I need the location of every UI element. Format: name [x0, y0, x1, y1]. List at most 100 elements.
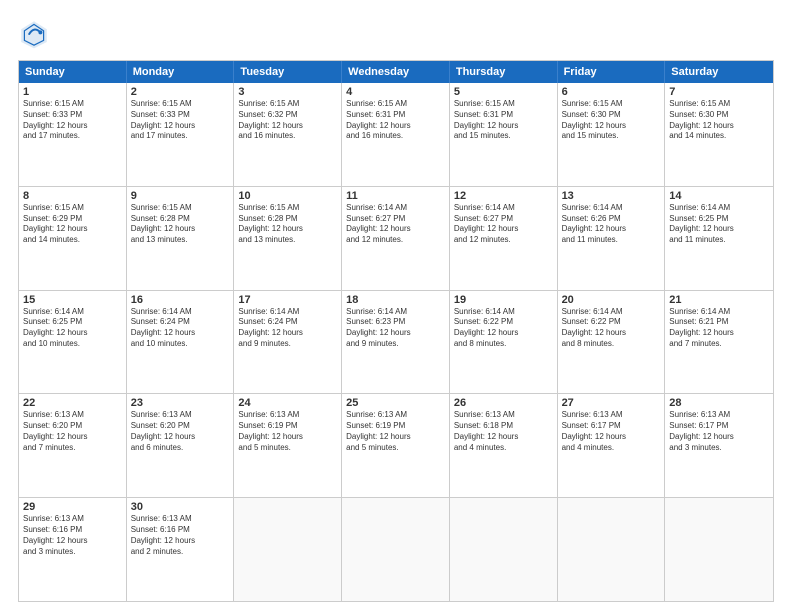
day-number: 11	[346, 190, 445, 202]
day-number: 5	[454, 86, 553, 98]
day-info: Sunrise: 6:15 AMSunset: 6:29 PMDaylight:…	[23, 203, 122, 246]
day-info: Sunrise: 6:14 AMSunset: 6:24 PMDaylight:…	[238, 307, 337, 350]
day-number: 13	[562, 190, 661, 202]
weekday-header: Tuesday	[234, 61, 342, 83]
day-number: 1	[23, 86, 122, 98]
day-number: 18	[346, 294, 445, 306]
day-info: Sunrise: 6:13 AMSunset: 6:19 PMDaylight:…	[346, 410, 445, 453]
calendar-cell: 27Sunrise: 6:13 AMSunset: 6:17 PMDayligh…	[558, 394, 666, 497]
calendar-cell: 30Sunrise: 6:13 AMSunset: 6:16 PMDayligh…	[127, 498, 235, 601]
weekday-header: Saturday	[665, 61, 773, 83]
page: SundayMondayTuesdayWednesdayThursdayFrid…	[0, 0, 792, 612]
calendar-cell	[234, 498, 342, 601]
day-info: Sunrise: 6:15 AMSunset: 6:31 PMDaylight:…	[454, 99, 553, 142]
calendar-cell: 2Sunrise: 6:15 AMSunset: 6:33 PMDaylight…	[127, 83, 235, 186]
weekday-header: Friday	[558, 61, 666, 83]
day-number: 9	[131, 190, 230, 202]
calendar-cell: 12Sunrise: 6:14 AMSunset: 6:27 PMDayligh…	[450, 187, 558, 290]
day-info: Sunrise: 6:14 AMSunset: 6:22 PMDaylight:…	[562, 307, 661, 350]
day-number: 17	[238, 294, 337, 306]
day-info: Sunrise: 6:13 AMSunset: 6:18 PMDaylight:…	[454, 410, 553, 453]
day-info: Sunrise: 6:13 AMSunset: 6:16 PMDaylight:…	[131, 514, 230, 557]
day-info: Sunrise: 6:14 AMSunset: 6:23 PMDaylight:…	[346, 307, 445, 350]
weekday-header: Sunday	[19, 61, 127, 83]
day-info: Sunrise: 6:15 AMSunset: 6:33 PMDaylight:…	[131, 99, 230, 142]
day-number: 29	[23, 501, 122, 513]
day-info: Sunrise: 6:14 AMSunset: 6:25 PMDaylight:…	[669, 203, 769, 246]
calendar-cell: 26Sunrise: 6:13 AMSunset: 6:18 PMDayligh…	[450, 394, 558, 497]
calendar-row: 22Sunrise: 6:13 AMSunset: 6:20 PMDayligh…	[19, 393, 773, 497]
calendar-cell: 8Sunrise: 6:15 AMSunset: 6:29 PMDaylight…	[19, 187, 127, 290]
calendar-cell: 20Sunrise: 6:14 AMSunset: 6:22 PMDayligh…	[558, 291, 666, 394]
day-number: 19	[454, 294, 553, 306]
weekday-header: Monday	[127, 61, 235, 83]
day-number: 7	[669, 86, 769, 98]
calendar-row: 8Sunrise: 6:15 AMSunset: 6:29 PMDaylight…	[19, 186, 773, 290]
day-info: Sunrise: 6:13 AMSunset: 6:20 PMDaylight:…	[131, 410, 230, 453]
calendar-cell: 1Sunrise: 6:15 AMSunset: 6:33 PMDaylight…	[19, 83, 127, 186]
calendar-cell: 23Sunrise: 6:13 AMSunset: 6:20 PMDayligh…	[127, 394, 235, 497]
day-info: Sunrise: 6:14 AMSunset: 6:22 PMDaylight:…	[454, 307, 553, 350]
day-number: 24	[238, 397, 337, 409]
weekday-header: Thursday	[450, 61, 558, 83]
day-number: 4	[346, 86, 445, 98]
day-number: 23	[131, 397, 230, 409]
day-info: Sunrise: 6:15 AMSunset: 6:33 PMDaylight:…	[23, 99, 122, 142]
day-number: 16	[131, 294, 230, 306]
calendar-cell: 21Sunrise: 6:14 AMSunset: 6:21 PMDayligh…	[665, 291, 773, 394]
day-info: Sunrise: 6:14 AMSunset: 6:26 PMDaylight:…	[562, 203, 661, 246]
day-number: 26	[454, 397, 553, 409]
calendar-header: SundayMondayTuesdayWednesdayThursdayFrid…	[19, 61, 773, 83]
day-info: Sunrise: 6:15 AMSunset: 6:31 PMDaylight:…	[346, 99, 445, 142]
calendar-cell: 7Sunrise: 6:15 AMSunset: 6:30 PMDaylight…	[665, 83, 773, 186]
calendar-body: 1Sunrise: 6:15 AMSunset: 6:33 PMDaylight…	[19, 83, 773, 601]
day-number: 28	[669, 397, 769, 409]
day-number: 8	[23, 190, 122, 202]
logo-icon	[18, 18, 50, 50]
day-info: Sunrise: 6:15 AMSunset: 6:28 PMDaylight:…	[238, 203, 337, 246]
calendar-cell: 16Sunrise: 6:14 AMSunset: 6:24 PMDayligh…	[127, 291, 235, 394]
calendar-cell: 25Sunrise: 6:13 AMSunset: 6:19 PMDayligh…	[342, 394, 450, 497]
day-info: Sunrise: 6:13 AMSunset: 6:20 PMDaylight:…	[23, 410, 122, 453]
calendar-cell: 17Sunrise: 6:14 AMSunset: 6:24 PMDayligh…	[234, 291, 342, 394]
calendar-cell: 14Sunrise: 6:14 AMSunset: 6:25 PMDayligh…	[665, 187, 773, 290]
logo	[18, 18, 54, 50]
day-info: Sunrise: 6:15 AMSunset: 6:30 PMDaylight:…	[562, 99, 661, 142]
day-number: 2	[131, 86, 230, 98]
day-info: Sunrise: 6:14 AMSunset: 6:27 PMDaylight:…	[346, 203, 445, 246]
calendar-cell: 28Sunrise: 6:13 AMSunset: 6:17 PMDayligh…	[665, 394, 773, 497]
day-number: 6	[562, 86, 661, 98]
calendar-cell	[450, 498, 558, 601]
day-info: Sunrise: 6:13 AMSunset: 6:19 PMDaylight:…	[238, 410, 337, 453]
day-number: 25	[346, 397, 445, 409]
calendar-cell: 11Sunrise: 6:14 AMSunset: 6:27 PMDayligh…	[342, 187, 450, 290]
day-info: Sunrise: 6:15 AMSunset: 6:30 PMDaylight:…	[669, 99, 769, 142]
calendar-cell: 9Sunrise: 6:15 AMSunset: 6:28 PMDaylight…	[127, 187, 235, 290]
day-number: 20	[562, 294, 661, 306]
calendar-row: 1Sunrise: 6:15 AMSunset: 6:33 PMDaylight…	[19, 83, 773, 186]
day-number: 22	[23, 397, 122, 409]
day-number: 30	[131, 501, 230, 513]
day-number: 12	[454, 190, 553, 202]
calendar-cell: 3Sunrise: 6:15 AMSunset: 6:32 PMDaylight…	[234, 83, 342, 186]
calendar-cell: 10Sunrise: 6:15 AMSunset: 6:28 PMDayligh…	[234, 187, 342, 290]
day-number: 15	[23, 294, 122, 306]
day-info: Sunrise: 6:14 AMSunset: 6:21 PMDaylight:…	[669, 307, 769, 350]
calendar-cell: 5Sunrise: 6:15 AMSunset: 6:31 PMDaylight…	[450, 83, 558, 186]
day-number: 3	[238, 86, 337, 98]
calendar-cell	[558, 498, 666, 601]
calendar-cell: 6Sunrise: 6:15 AMSunset: 6:30 PMDaylight…	[558, 83, 666, 186]
calendar-cell: 29Sunrise: 6:13 AMSunset: 6:16 PMDayligh…	[19, 498, 127, 601]
day-info: Sunrise: 6:14 AMSunset: 6:24 PMDaylight:…	[131, 307, 230, 350]
day-info: Sunrise: 6:15 AMSunset: 6:32 PMDaylight:…	[238, 99, 337, 142]
calendar-cell: 13Sunrise: 6:14 AMSunset: 6:26 PMDayligh…	[558, 187, 666, 290]
day-info: Sunrise: 6:15 AMSunset: 6:28 PMDaylight:…	[131, 203, 230, 246]
calendar-row: 15Sunrise: 6:14 AMSunset: 6:25 PMDayligh…	[19, 290, 773, 394]
day-info: Sunrise: 6:14 AMSunset: 6:25 PMDaylight:…	[23, 307, 122, 350]
day-info: Sunrise: 6:13 AMSunset: 6:17 PMDaylight:…	[669, 410, 769, 453]
calendar-cell: 22Sunrise: 6:13 AMSunset: 6:20 PMDayligh…	[19, 394, 127, 497]
calendar-cell: 4Sunrise: 6:15 AMSunset: 6:31 PMDaylight…	[342, 83, 450, 186]
header	[18, 18, 774, 50]
day-number: 21	[669, 294, 769, 306]
day-number: 27	[562, 397, 661, 409]
